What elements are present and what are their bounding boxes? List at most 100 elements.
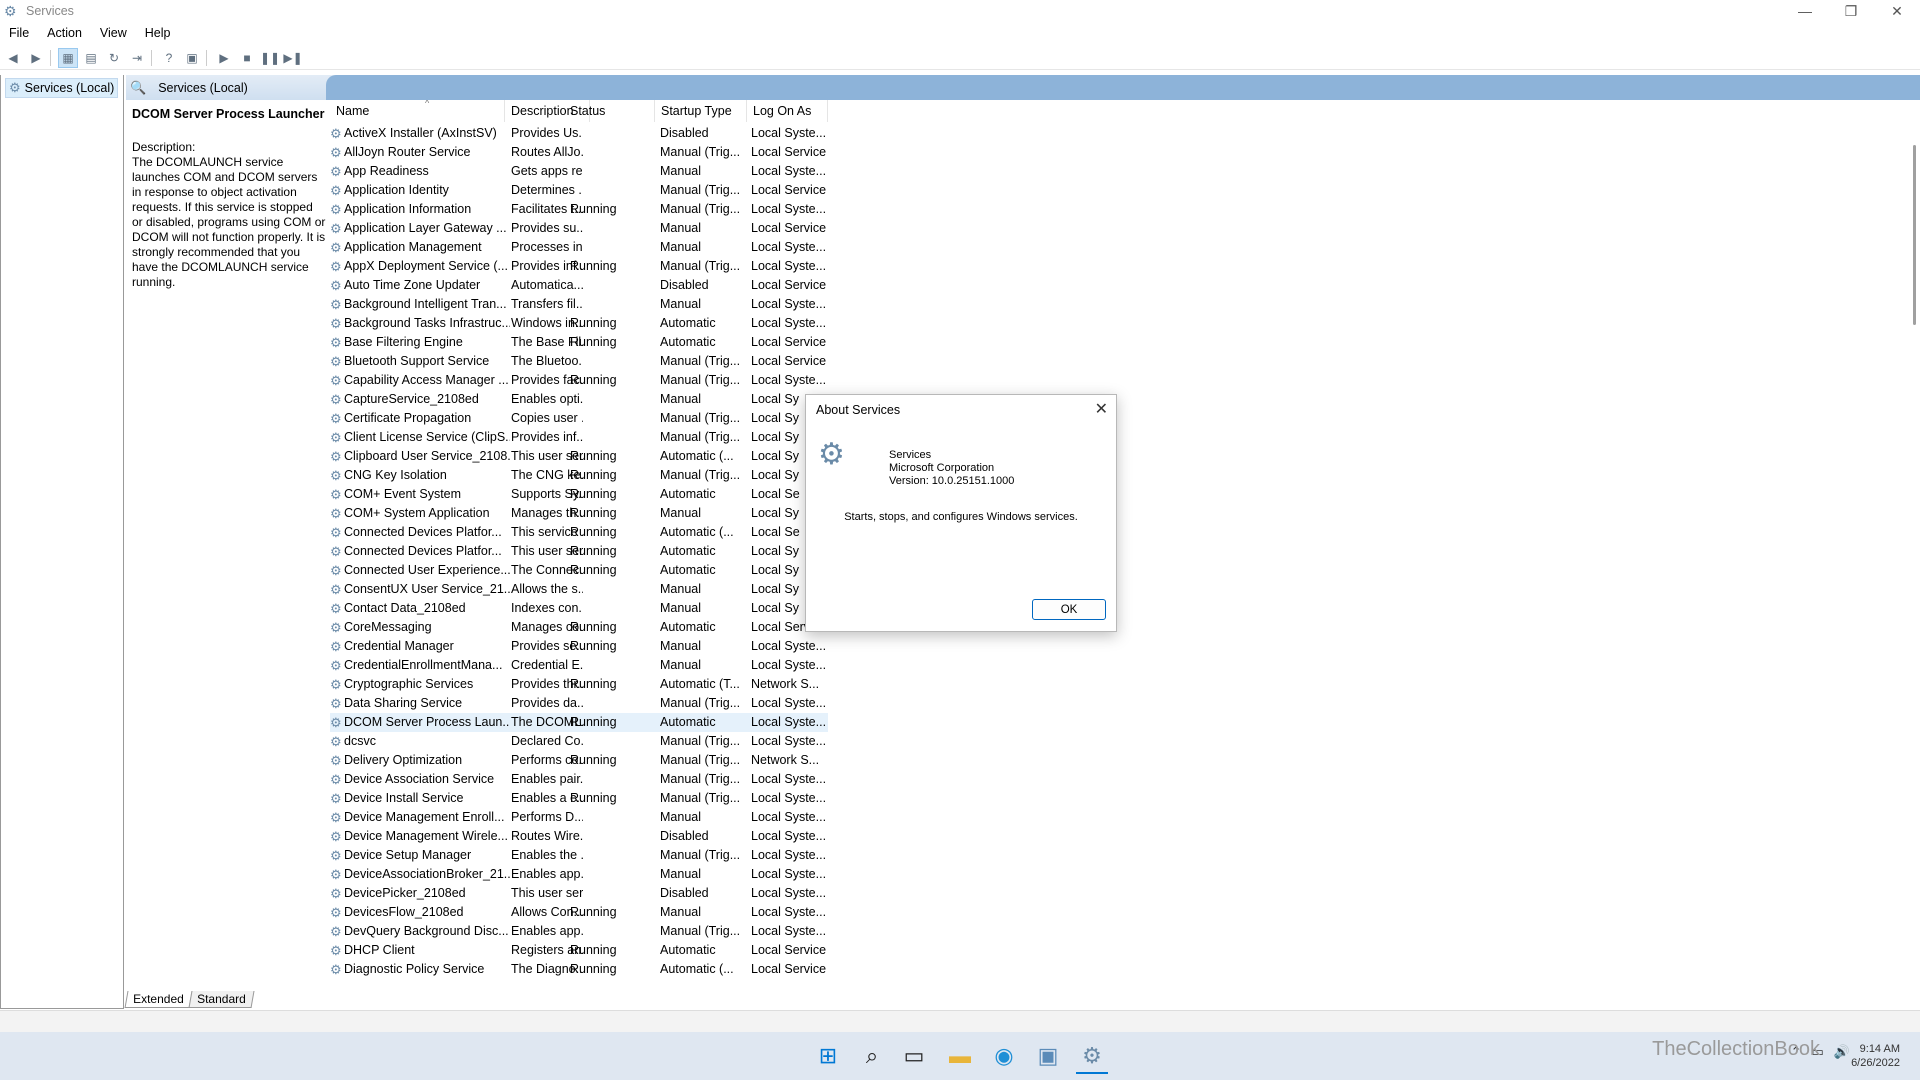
table-row[interactable]: ⚙ ActiveX Installer (AxInstSV) Provides Us…	[330, 124, 828, 143]
table-row[interactable]: ⚙ Connected Devices Platfor... This user s…	[330, 542, 828, 561]
table-row[interactable]: ⚙ DeviceAssociationBroker_21... Enables ap…	[330, 865, 828, 884]
service-log-on-as-cell: Local Service	[751, 183, 826, 197]
restore-icon[interactable]: ❐	[1828, 0, 1874, 22]
column-header-status[interactable]: Status	[564, 100, 655, 122]
file-explorer-icon[interactable]: ▬	[944, 1040, 976, 1072]
table-row[interactable]: ⚙ Auto Time Zone Updater Automatica... Disa…	[330, 276, 828, 295]
menu-file[interactable]: File	[0, 26, 38, 40]
table-row[interactable]: ⚙ DevicesFlow_2108ed Allows Con... Running M…	[330, 903, 828, 922]
tree-item-services-local[interactable]: ⚙ Services (Local)	[5, 78, 119, 98]
service-status-cell: Running	[570, 468, 617, 482]
task-view-icon[interactable]: ▭	[898, 1040, 930, 1072]
services-taskbar-icon[interactable]: ⚙	[1076, 1040, 1108, 1074]
column-header-startup-type[interactable]: Startup Type	[655, 100, 747, 122]
service-startup-type-cell: Manual	[660, 164, 701, 178]
restart-service-icon[interactable]: ▶❚	[283, 48, 303, 68]
close-icon[interactable]: ✕	[1874, 0, 1920, 22]
stop-service-icon[interactable]: ■	[237, 48, 257, 68]
remote-desktop-icon[interactable]: ▣	[1032, 1040, 1064, 1072]
table-row[interactable]: ⚙ Data Sharing Service Provides da... Manua…	[330, 694, 828, 713]
service-name-cell: Application Layer Gateway ...	[344, 221, 507, 235]
tab-extended[interactable]: Extended	[124, 991, 193, 1008]
export-list-icon[interactable]: ⇥	[127, 48, 147, 68]
dialog-close-icon[interactable]: ✕	[1095, 399, 1108, 419]
table-row[interactable]: ⚙ Device Setup Manager Enables the ... Manu…	[330, 846, 828, 865]
table-row[interactable]: ⚙Application Management Processes in... Ma…	[330, 238, 828, 257]
start-icon[interactable]: ⊞	[812, 1040, 844, 1072]
column-header-name[interactable]: Name ^	[330, 100, 505, 122]
menu-action[interactable]: Action	[38, 26, 91, 40]
table-row[interactable]: ⚙Certificate Propagation Copies user ... M…	[330, 409, 828, 428]
refresh-icon[interactable]: ↻	[104, 48, 124, 68]
table-row[interactable]: ⚙ Device Association Service Enables pair.…	[330, 770, 828, 789]
table-row[interactable]: ⚙ CredentialEnrollmentMana... Credential E…	[330, 656, 828, 675]
table-row[interactable]: ⚙ Device Management Wirele... Routes Wire.…	[330, 827, 828, 846]
show-hide-console-tree-icon[interactable]: ▦	[58, 48, 78, 68]
table-row[interactable]: ⚙ Application Layer Gateway ... Provides s…	[330, 219, 828, 238]
start-service-icon[interactable]: ▶	[214, 48, 234, 68]
table-row[interactable]: ⚙ ConsentUX User Service_21... Allows the …	[330, 580, 828, 599]
table-row[interactable]: ⚙ AllJoyn Router Service Routes AllJo... Ma…	[330, 143, 828, 162]
ok-button[interactable]: OK	[1032, 599, 1106, 620]
service-name-cell: CNG Key Isolation	[344, 468, 447, 482]
table-row[interactable]: ⚙ DevQuery Background Disc... Enables app.…	[330, 922, 828, 941]
service-startup-type-cell: Manual	[660, 601, 701, 615]
table-row[interactable]: ⚙ Contact Data_2108ed Indexes con... Manual…	[330, 599, 828, 618]
service-name-cell: Connected User Experience...	[344, 563, 510, 577]
table-row[interactable]: ⚙ CoreMessaging Manages co... Running Automa…	[330, 618, 828, 637]
service-description-cell: Enables opti...	[511, 392, 583, 406]
table-row[interactable]: ⚙ Background Tasks Infrastruc... Windows i…	[330, 314, 828, 333]
table-row[interactable]: ⚙ Cryptographic Services Provides thr... Ru…	[330, 675, 828, 694]
service-description-cell: Routes AllJo...	[511, 145, 583, 159]
pause-service-icon[interactable]: ❚❚	[260, 48, 280, 68]
table-row[interactable]: ⚙ Diagnostic Policy Service The Diagno... R…	[330, 960, 828, 979]
service-log-on-as-cell: Local Syste...	[751, 810, 826, 824]
pane-header: 🔍 Services (Local)	[126, 75, 1920, 100]
service-gear-icon: ⚙	[330, 791, 342, 806]
tab-standard[interactable]: Standard	[188, 991, 254, 1008]
service-name-cell: Connected Devices Platfor...	[344, 525, 502, 539]
table-row[interactable]: ⚙ Device Management Enroll... Performs D..…	[330, 808, 828, 827]
table-row[interactable]: ⚙ AppX Deployment Service (... Provides in…	[330, 257, 828, 276]
table-row[interactable]: ⚙ Capability Access Manager ... Provides f…	[330, 371, 828, 390]
table-row[interactable]: ⚙ COM+ System Application Manages th... Run…	[330, 504, 828, 523]
vertical-scrollbar[interactable]	[1913, 145, 1916, 325]
table-row[interactable]: ⚙ Credential Manager Provides se... Running…	[330, 637, 828, 656]
view-icon[interactable]: ▣	[182, 48, 202, 68]
table-row[interactable]: ⚙ Application Identity Determines ... Manua…	[330, 181, 828, 200]
service-status-cell: Running	[570, 905, 617, 919]
table-row[interactable]: ⚙ CNG Key Isolation The CNG ke... Running Ma…	[330, 466, 828, 485]
menu-help[interactable]: Help	[136, 26, 180, 40]
clock[interactable]: 9:14 AM 6/26/2022	[1851, 1042, 1900, 1070]
column-header-log-on-as[interactable]: Log On As	[747, 100, 828, 122]
table-row[interactable]: ⚙ Clipboard User Service_2108... This user…	[330, 447, 828, 466]
table-row[interactable]: ⚙ Application Information Facilitates t...…	[330, 200, 828, 219]
forward-icon[interactable]: ▶	[26, 48, 46, 68]
table-row[interactable]: ⚙ Bluetooth Support Service The Bluetoo...…	[330, 352, 828, 371]
edge-browser-icon[interactable]: ◉	[988, 1040, 1020, 1072]
table-row[interactable]: ⚙ Device Install Service Enables a c... Run…	[330, 789, 828, 808]
table-row[interactable]: ⚙ COM+ Event System Supports Sy... Running A…	[330, 485, 828, 504]
help-icon[interactable]: ?	[159, 48, 179, 68]
table-row[interactable]: ⚙ Connected Devices Platfor... This servic…	[330, 523, 828, 542]
properties-icon[interactable]: ▤	[81, 48, 101, 68]
table-row[interactable]: ⚙ Background Intelligent Tran... Transfers…	[330, 295, 828, 314]
volume-icon[interactable]: 🔊	[1834, 1044, 1850, 1060]
menu-view[interactable]: View	[91, 26, 136, 40]
search-icon[interactable]: ⌕	[856, 1040, 888, 1072]
table-row[interactable]: ⚙Base Filtering EngineThe Base Fil...Run…	[330, 333, 828, 352]
service-startup-type-cell: Manual (Trig...	[660, 734, 741, 748]
table-row[interactable]: ⚙App Readiness Gets apps re... Manual Local…	[330, 162, 828, 181]
back-icon[interactable]: ◀	[3, 48, 23, 68]
minimize-icon[interactable]: —	[1782, 0, 1828, 22]
service-status-cell: Running	[570, 620, 617, 634]
table-row[interactable]: ⚙ Client License Service (ClipS... Provide…	[330, 428, 828, 447]
table-row[interactable]: ⚙ Delivery Optimization Performs co... Runn…	[330, 751, 828, 770]
table-row[interactable]: ⚙DHCP ClientRegisters an...RunningAutoma…	[330, 941, 828, 960]
table-row[interactable]: ⚙DCOM Server Process Laun...The DCOML...…	[330, 713, 828, 732]
table-row[interactable]: ⚙DevicePicker_2108ed This user ser... Disa…	[330, 884, 828, 903]
table-row[interactable]: ⚙ Connected User Experience... The Connec.…	[330, 561, 828, 580]
table-row[interactable]: ⚙ CaptureService_2108ed Enables opti... Man…	[330, 390, 828, 409]
table-row[interactable]: ⚙ dcsvc Declared Co... Manual (Trig... Local…	[330, 732, 828, 751]
service-status-cell: Running	[570, 373, 617, 387]
